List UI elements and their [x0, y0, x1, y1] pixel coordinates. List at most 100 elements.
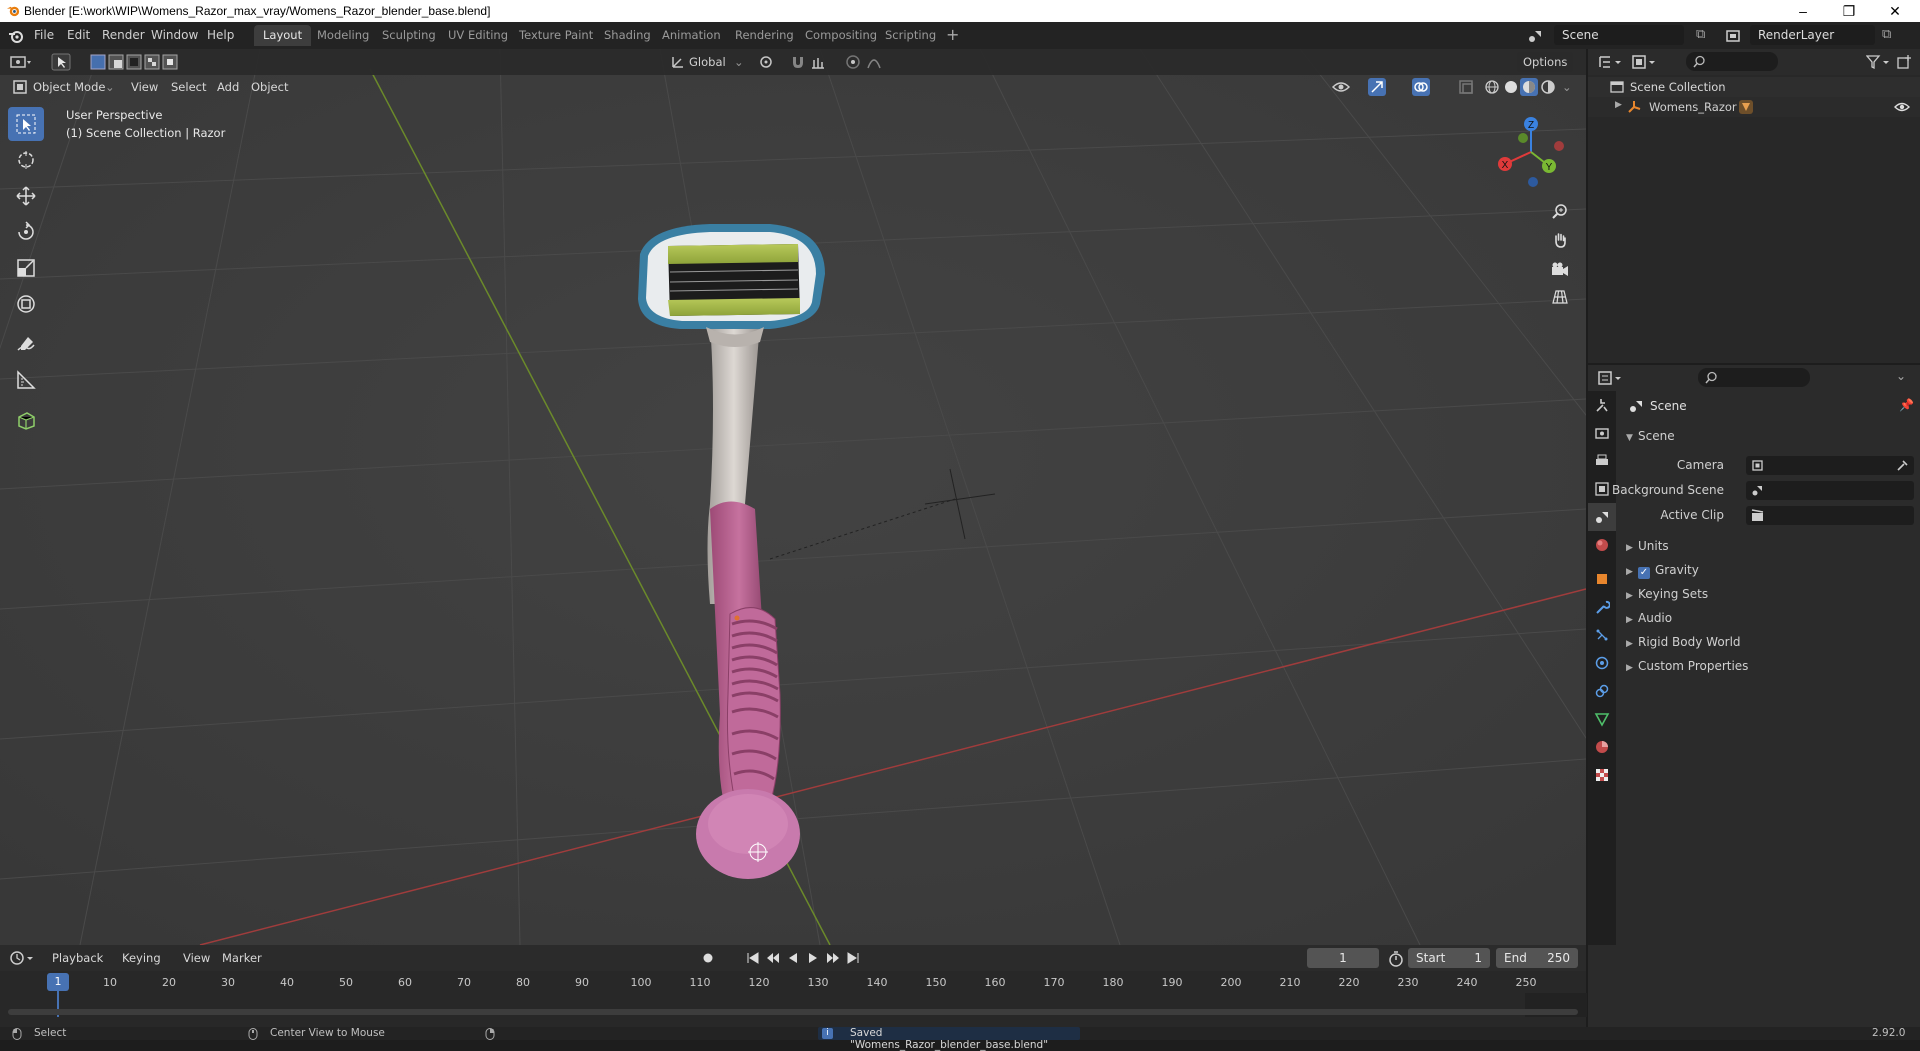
- background-scene-field[interactable]: [1746, 481, 1914, 500]
- cursor-tool[interactable]: [8, 143, 44, 177]
- menu-help[interactable]: Help: [207, 28, 234, 42]
- scale-tool[interactable]: [8, 251, 44, 285]
- gravity-section[interactable]: ▶ ✓ Gravity: [1626, 563, 1699, 579]
- custom-properties-section[interactable]: ▶ Custom Properties: [1626, 659, 1748, 673]
- snap-magnet-icon[interactable]: [790, 54, 806, 70]
- menu-file[interactable]: File: [34, 28, 54, 42]
- outliner-visibility-eye-icon[interactable]: [1894, 100, 1910, 114]
- menu-add[interactable]: Add: [217, 77, 239, 97]
- close-button[interactable]: ✕: [1872, 0, 1918, 22]
- pivot-point-icon[interactable]: [758, 54, 774, 70]
- tab-animation[interactable]: Animation: [653, 25, 730, 46]
- playhead[interactable]: 1: [47, 973, 69, 991]
- scene-collection-row[interactable]: Scene Collection: [1588, 77, 1920, 97]
- falloff-curve-icon[interactable]: [866, 54, 882, 70]
- audio-section[interactable]: ▶ Audio: [1626, 611, 1672, 625]
- orientation-chevron-icon[interactable]: ⌄: [734, 52, 744, 72]
- next-keyframe-icon[interactable]: [826, 951, 840, 965]
- add-workspace-icon[interactable]: +: [946, 25, 959, 44]
- scene-selector[interactable]: Scene: [1554, 25, 1684, 45]
- select-tool-icon[interactable]: [51, 53, 71, 71]
- properties-search-input[interactable]: [1698, 368, 1810, 387]
- mode-chevron-icon[interactable]: ⌄: [105, 77, 115, 97]
- start-frame-field[interactable]: Start 1: [1408, 948, 1490, 968]
- timeline-scrollbar[interactable]: [8, 1009, 1578, 1015]
- outliner-item-womens-razor[interactable]: ▶ Womens_Razor: [1588, 97, 1920, 117]
- tab-tool[interactable]: [1588, 391, 1616, 419]
- play-reverse-icon[interactable]: [786, 951, 800, 965]
- tab-texture-paint[interactable]: Texture Paint: [510, 25, 602, 46]
- gravity-checkbox[interactable]: ✓: [1638, 567, 1650, 579]
- frame-ruler[interactable]: 10 20 30 40 50 60 70 80 90 100 110 120 1…: [10, 973, 1580, 993]
- filter-funnel-icon[interactable]: [1866, 54, 1892, 70]
- overlays-icon[interactable]: [1412, 78, 1430, 96]
- pan-view-button[interactable]: [1546, 226, 1574, 254]
- tab-output[interactable]: [1588, 447, 1616, 475]
- stopwatch-icon[interactable]: [1388, 951, 1404, 967]
- menu-render[interactable]: Render: [102, 28, 145, 42]
- orientation-dropdown[interactable]: Global: [689, 52, 726, 72]
- proportional-editing-icon[interactable]: [845, 54, 861, 70]
- tab-texture[interactable]: [1588, 761, 1616, 789]
- rotate-tool[interactable]: [8, 215, 44, 249]
- gizmo-toggle-icon[interactable]: [1368, 78, 1386, 96]
- new-collection-icon[interactable]: [1896, 54, 1912, 70]
- navigation-gizmo[interactable]: Z X Y: [1493, 114, 1569, 190]
- tab-material[interactable]: [1588, 733, 1616, 761]
- menu-edit[interactable]: Edit: [67, 28, 90, 42]
- tab-render[interactable]: [1588, 419, 1616, 447]
- tab-scene[interactable]: [1588, 503, 1616, 531]
- transform-orientation-icon[interactable]: [670, 54, 686, 70]
- measure-tool[interactable]: [8, 363, 44, 397]
- select-subtract-icon[interactable]: [126, 54, 142, 70]
- new-scene-icon[interactable]: ⧉: [1696, 27, 1705, 42]
- tab-physics[interactable]: [1588, 649, 1616, 677]
- xray-icon[interactable]: [1458, 79, 1474, 95]
- scene-icon[interactable]: [1527, 28, 1543, 44]
- menu-marker[interactable]: Marker: [222, 948, 262, 968]
- tab-rendering[interactable]: Rendering: [726, 25, 803, 46]
- display-mode-icon[interactable]: [1632, 54, 1658, 70]
- end-frame-field[interactable]: End 250: [1496, 948, 1578, 968]
- modifier-filter-icon[interactable]: [1738, 99, 1754, 115]
- select-box-tool[interactable]: [8, 107, 44, 141]
- properties-options-chevron-icon[interactable]: ⌄: [1896, 369, 1906, 383]
- view-layer-icon[interactable]: [1725, 28, 1741, 44]
- shading-chevron-icon[interactable]: ⌄: [1562, 77, 1572, 97]
- solid-shading-icon[interactable]: [1503, 79, 1519, 95]
- timeline-editor-type-icon[interactable]: [10, 950, 36, 966]
- maximize-button[interactable]: ❐: [1826, 0, 1872, 22]
- scene-panel-header[interactable]: ▼ Scene: [1626, 429, 1675, 443]
- editor-type-icon[interactable]: [10, 53, 32, 71]
- blender-menu-icon[interactable]: [8, 28, 24, 44]
- properties-editor-type-icon[interactable]: [1598, 370, 1624, 386]
- units-section[interactable]: ▶ Units: [1626, 539, 1669, 553]
- menu-select[interactable]: Select: [171, 77, 206, 97]
- jump-end-icon[interactable]: [846, 951, 860, 965]
- select-extend-icon[interactable]: [108, 54, 124, 70]
- menu-timeline-view[interactable]: View: [183, 948, 210, 968]
- menu-window[interactable]: Window: [151, 28, 198, 42]
- outliner-search-input[interactable]: [1686, 52, 1778, 71]
- tab-sculpting[interactable]: Sculpting: [373, 25, 445, 46]
- new-view-layer-icon[interactable]: ⧉: [1882, 27, 1891, 42]
- mode-dropdown[interactable]: Object Mode: [33, 77, 105, 97]
- current-frame-field[interactable]: 1: [1307, 948, 1379, 968]
- tab-shading[interactable]: Shading: [595, 25, 660, 46]
- prev-keyframe-icon[interactable]: [766, 951, 780, 965]
- tab-particles[interactable]: [1588, 621, 1616, 649]
- tab-scripting[interactable]: Scripting: [876, 25, 945, 46]
- ortho-toggle-button[interactable]: [1546, 283, 1574, 311]
- visibility-eye-icon[interactable]: [1332, 79, 1350, 95]
- tab-object[interactable]: [1588, 565, 1616, 593]
- zoom-view-button[interactable]: [1546, 197, 1574, 225]
- eyedropper-icon[interactable]: [1896, 459, 1909, 472]
- tab-compositing[interactable]: Compositing: [796, 25, 886, 46]
- transform-tool[interactable]: [8, 287, 44, 321]
- options-dropdown[interactable]: Options: [1517, 52, 1574, 72]
- tab-modifiers[interactable]: [1588, 593, 1616, 621]
- move-tool[interactable]: [8, 179, 44, 213]
- tab-constraints[interactable]: [1588, 677, 1616, 705]
- menu-keying[interactable]: Keying: [122, 948, 161, 968]
- select-new-icon[interactable]: [90, 54, 106, 70]
